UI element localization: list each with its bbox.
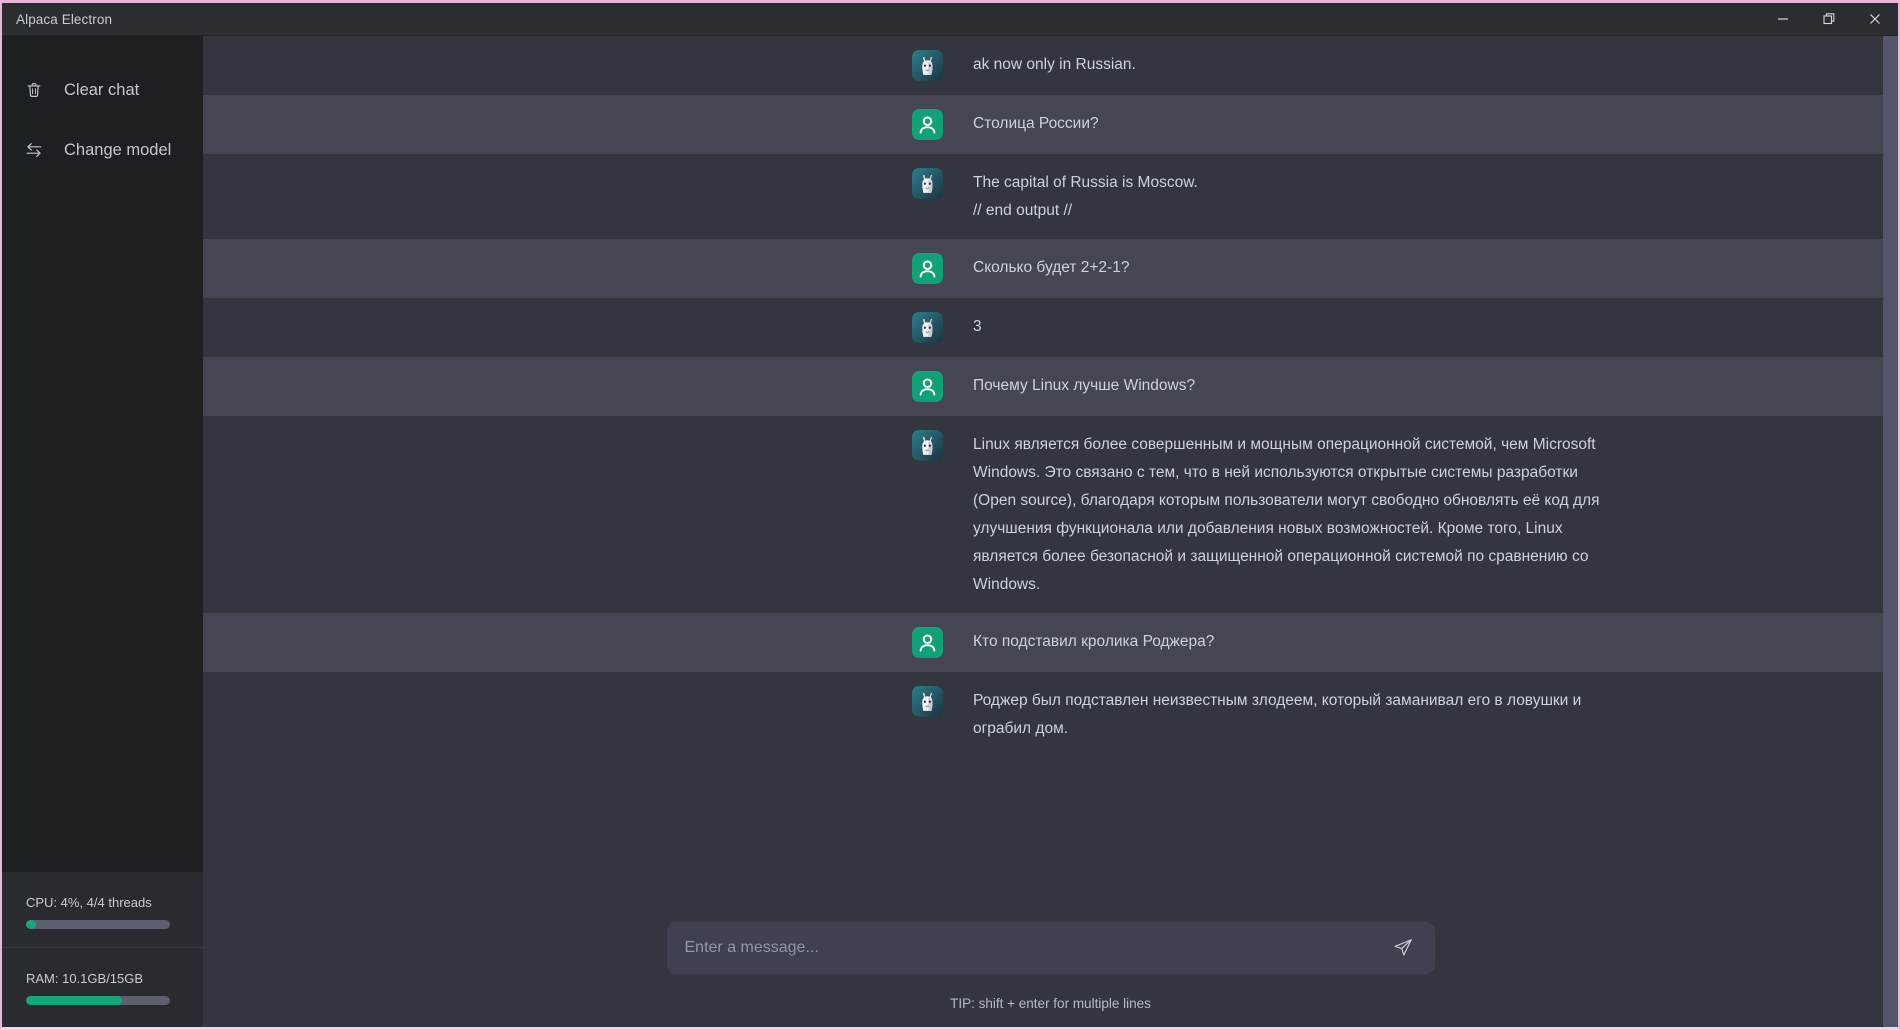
cpu-progress-fill [26,920,37,929]
user-avatar [912,253,943,284]
message-input[interactable] [684,939,1389,957]
sidebar-item-clear-chat[interactable]: Clear chat [2,69,203,111]
ram-stat-label: RAM: 10.1GB/15GB [26,971,144,986]
message-text: 3 [973,318,982,335]
chat-column: ak now only in Russian. Столица России? … [203,36,1898,1027]
llama-avatar [912,312,943,343]
app-window: Alpaca Electron Clear chat Change model … [0,0,1900,1030]
message-list: ak now only in Russian. Столица России? … [203,36,1898,900]
chat-scrollbar[interactable] [1883,36,1898,1027]
ram-stat: RAM: 10.1GB/15GB [2,947,203,1005]
sidebar-item-label: Change model [64,140,172,159]
message-row-bot: 3 [203,298,1898,357]
message-input-container[interactable] [666,922,1435,974]
message-text: Linux является более совершенным и мощны… [973,436,1604,593]
message-text: Почему Linux лучше Windows? [973,377,1196,394]
message-row-bot: ak now only in Russian. [203,36,1898,95]
swap-arrows-icon [24,140,44,160]
llama-avatar [912,168,943,199]
message-row-user: Столица России? [203,95,1898,154]
sidebar-nav: Clear chat Change model [2,36,203,872]
cpu-stat: CPU: 4%, 4/4 threads [2,872,203,929]
message-text: Роджер был подставлен неизвестным злодее… [973,692,1586,737]
sidebar: Clear chat Change model CPU: 4%, 4/4 thr… [2,36,203,1027]
message-text: ak now only in Russian. [973,56,1136,73]
maximize-restore-button[interactable] [1806,3,1852,35]
user-avatar [912,109,943,140]
message-row-bot: Linux является более совершенным и мощны… [203,416,1898,613]
sidebar-stats: CPU: 4%, 4/4 threads RAM: 10.1GB/15GB [2,872,203,1027]
ram-progress-fill [26,996,123,1005]
ram-progress-bar [26,996,170,1005]
llama-avatar [912,50,943,81]
llama-avatar [912,686,943,717]
sidebar-item-change-model[interactable]: Change model [2,129,203,171]
chat-scrollbar-thumb[interactable] [1883,36,1898,1027]
message-text: Сколько будет 2+2-1? [973,259,1130,276]
minimize-button[interactable] [1760,3,1806,35]
trash-icon [24,80,44,100]
composer-tip: TIP: shift + enter for multiple lines [950,996,1151,1011]
composer: TIP: shift + enter for multiple lines [203,900,1898,1027]
cpu-stat-label: CPU: 4%, 4/4 threads [26,895,152,910]
title-bar: Alpaca Electron [2,3,1898,36]
user-avatar [912,627,943,658]
close-button[interactable] [1852,3,1898,35]
user-avatar [912,371,943,402]
message-row-bot: Роджер был подставлен неизвестным злодее… [203,672,1898,757]
message-row-user: Сколько будет 2+2-1? [203,239,1898,298]
message-row-user: Почему Linux лучше Windows? [203,357,1898,416]
app-body: Clear chat Change model CPU: 4%, 4/4 thr… [2,36,1898,1027]
sidebar-item-label: Clear chat [64,80,140,99]
message-row-bot: The capital of Russia is Moscow. // end … [203,154,1898,239]
message-text: Столица России? [973,115,1099,132]
message-text: Кто подставил кролика Роджера? [973,633,1215,650]
message-text: The capital of Russia is Moscow. // end … [973,174,1198,219]
window-title: Alpaca Electron [16,11,113,27]
message-row-user: Кто подставил кролика Роджера? [203,613,1898,672]
llama-avatar [912,430,943,461]
cpu-progress-bar [26,920,170,929]
send-button[interactable] [1389,934,1417,962]
